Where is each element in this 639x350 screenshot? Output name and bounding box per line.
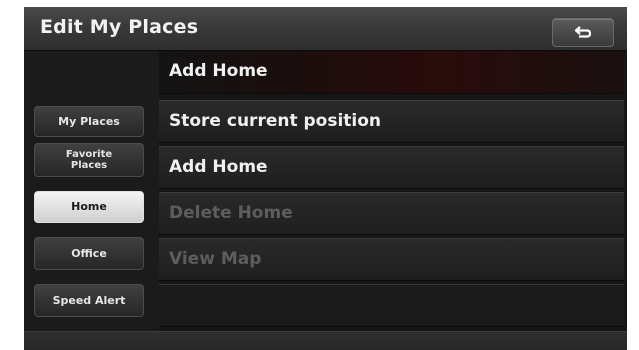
list-item-label: Store current position [169,111,382,131]
options-list: Add Home Store current position Add Home… [159,51,627,331]
list-item-delete-home: Delete Home [159,192,624,235]
list-item-label: Add Home [169,157,268,177]
list-heading: Add Home [159,51,624,94]
sidebar-item-my-places[interactable]: My Places [34,106,144,137]
sidebar-item-label: My Places [58,114,120,128]
list-item-label: Delete Home [169,203,293,223]
title-bar: Edit My Places [24,7,627,51]
sidebar: My Places Favorite Places Home Office Sp… [24,51,159,331]
navigation-screen: Edit My Places My Places Favorite Places… [24,7,627,350]
list-item-add-home[interactable]: Add Home [159,146,624,189]
sidebar-item-label: Home [71,200,107,213]
list-item-view-map: View Map [159,238,624,281]
page-title: Edit My Places [40,16,199,38]
list-item-empty [159,284,624,327]
list-item-store-current-position[interactable]: Store current position [159,100,624,143]
sidebar-item-label: Favorite Places [65,149,113,171]
list-heading-label: Add Home [169,61,268,81]
sidebar-item-office[interactable]: Office [34,237,144,270]
sidebar-item-home[interactable]: Home [34,191,144,223]
bottom-bar [24,331,627,350]
sidebar-item-favorite-places[interactable]: Favorite Places [34,143,144,177]
sidebar-item-label: Office [71,246,107,260]
back-arrow-icon [574,26,592,38]
list-item-label: View Map [169,249,262,269]
sidebar-item-speed-alert[interactable]: Speed Alert [34,284,144,317]
back-button[interactable] [552,18,614,47]
sidebar-item-label: Speed Alert [52,293,126,307]
